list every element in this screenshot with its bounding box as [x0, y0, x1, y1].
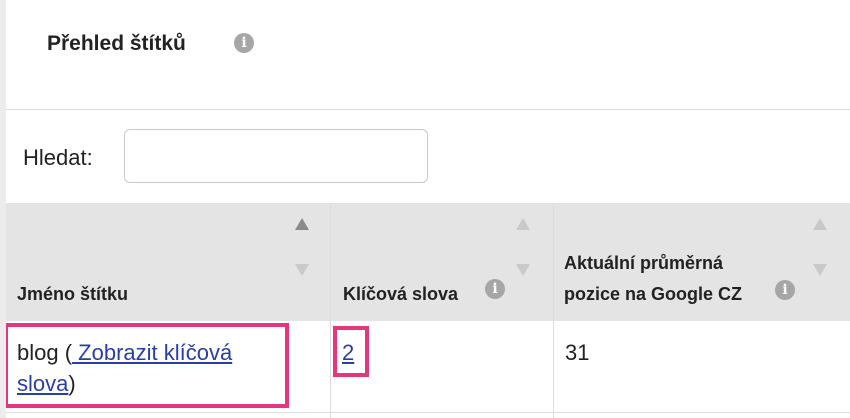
row-divider [6, 412, 850, 413]
column-divider [553, 203, 554, 418]
column-divider [330, 203, 331, 418]
info-icon[interactable]: i [485, 279, 505, 299]
sort-ascending-icon[interactable] [813, 218, 827, 230]
column-header-keywords[interactable]: Klíčová slova i [330, 203, 553, 321]
sort-descending-icon[interactable] [516, 264, 530, 276]
highlight-frame-tag-cell [6, 323, 289, 408]
panel-header: Přehled štítků i [6, 0, 850, 110]
info-icon[interactable]: i [234, 33, 254, 53]
tag-overview-panel: Přehled štítků i Hledat: Jméno štítku Kl… [6, 0, 850, 418]
column-header-label: pozice na Google CZ [564, 284, 743, 304]
table-header: Jméno štítku Klíčová slova i Aktuální pr… [6, 203, 850, 321]
column-header-label: Jméno štítku [17, 284, 129, 304]
highlight-frame-keywords-cell [333, 326, 369, 377]
page-title: Přehled štítků [47, 32, 186, 55]
sort-descending-icon[interactable] [295, 264, 309, 276]
search-input[interactable] [124, 129, 428, 183]
info-icon[interactable]: i [775, 280, 795, 300]
column-header-label: Aktuální průměrná [564, 253, 724, 273]
column-header-avg-position[interactable]: Aktuální průměrná pozice na Google CZ i [553, 203, 850, 321]
column-header-label: Klíčová slova [343, 284, 459, 304]
search-label: Hledat: [23, 145, 93, 170]
sort-ascending-icon[interactable] [516, 218, 530, 230]
column-header-tag-name[interactable]: Jméno štítku [6, 203, 330, 321]
sort-descending-icon[interactable] [813, 264, 827, 276]
sort-ascending-icon[interactable] [295, 218, 309, 230]
avg-position-value: 31 [565, 340, 590, 365]
